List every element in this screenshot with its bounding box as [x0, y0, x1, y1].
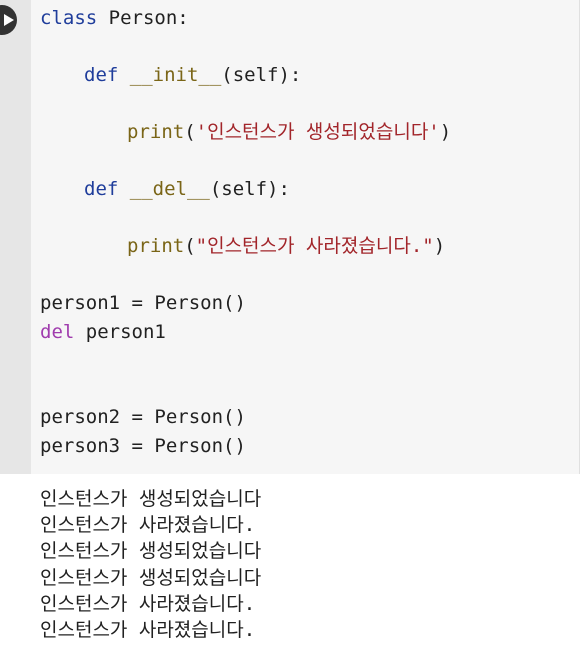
string-literal: "인스턴스가 사라졌습니다." [195, 235, 434, 257]
code-line-8: person2 = Person() [40, 406, 246, 428]
code-line-4: def __del__(self): [84, 177, 290, 201]
string-literal: '인스턴스가 생성되었습니다' [195, 121, 440, 143]
output-line: 인스턴스가 생성되었습니다 [40, 540, 262, 563]
play-icon [4, 14, 14, 26]
output-line: 인스턴스가 생성되었습니다 [40, 566, 262, 589]
code-line-1: class Person: [40, 6, 189, 30]
notebook-cell: class Person: def __init__(self): print(… [0, 0, 580, 652]
output-line: 인스턴스가 사라졌습니다. [40, 592, 256, 615]
method-name: __del__ [129, 178, 210, 200]
method-args: (self): [209, 178, 290, 200]
keyword: del [40, 321, 75, 343]
code-line-2: def __init__(self): [84, 63, 301, 87]
output-line: 인스턴스가 사라졌습니다. [40, 514, 256, 537]
identifier: person1 [85, 321, 166, 343]
builtin-print: print [127, 235, 185, 257]
output-line: 인스턴스가 생성되었습니다 [40, 488, 262, 510]
paren-open: ( [184, 121, 196, 143]
method-name: __init__ [129, 64, 222, 86]
paren-close: ) [439, 121, 452, 143]
code-line-5: print("인스턴스가 사라졌습니다.") [127, 234, 445, 258]
cell-output: 인스턴스가 생성되었습니다 인스턴스가 사라졌습니다. 인스턴스가 생성되었습니… [40, 486, 261, 643]
code-line-3: print('인스턴스가 생성되었습니다') [127, 120, 451, 144]
output-line: 인스턴스가 사라졌습니다. [40, 619, 256, 642]
keyword: def [84, 64, 119, 86]
builtin-print: print [127, 121, 185, 143]
method-args: (self): [221, 64, 302, 86]
keyword: def [84, 178, 119, 200]
class-name: Person: [108, 7, 189, 29]
keyword: class [40, 7, 98, 29]
cell-gutter [0, 0, 31, 474]
paren-close: ) [433, 235, 446, 257]
code-line-9: person3 = Person() [40, 435, 246, 457]
code-line-7: del person1 [40, 320, 166, 344]
code-editor[interactable]: class Person: def __init__(self): print(… [31, 0, 580, 474]
paren-open: ( [184, 235, 196, 257]
code-line-6: person1 = Person() [40, 292, 246, 314]
